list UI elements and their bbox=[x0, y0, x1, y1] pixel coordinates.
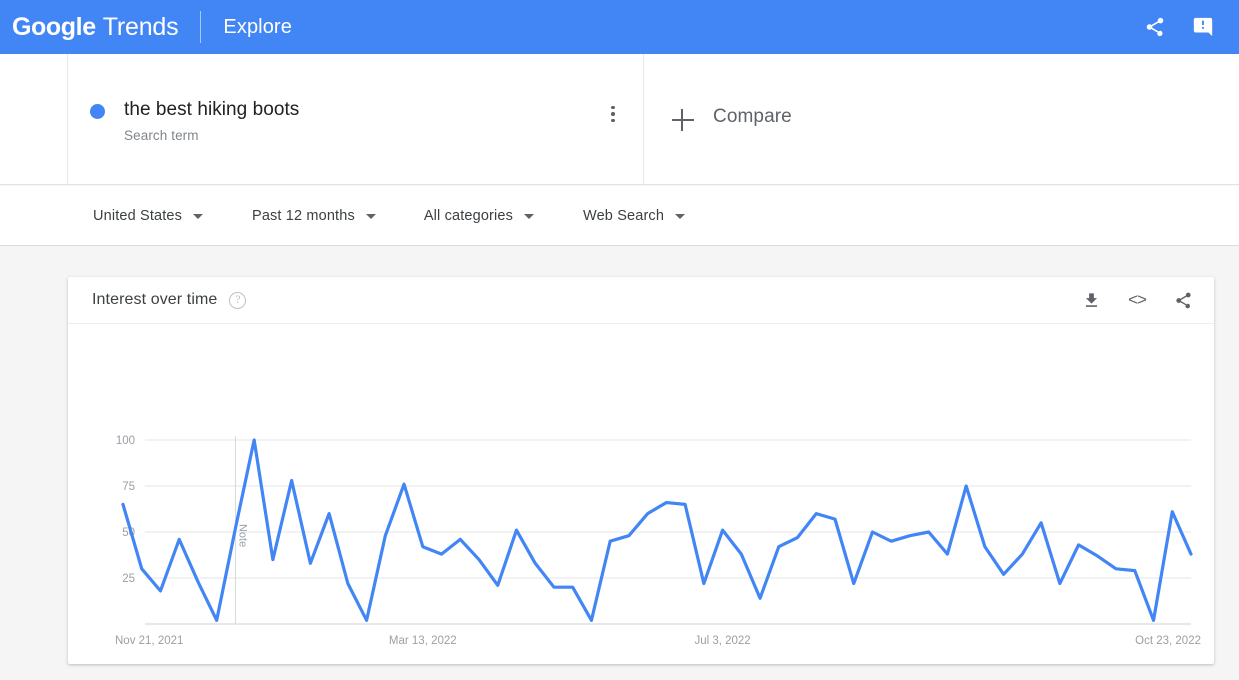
compare-button[interactable]: Compare bbox=[644, 54, 1239, 184]
series-color-dot bbox=[90, 104, 105, 119]
page-title: Interest over time bbox=[92, 291, 218, 308]
appbar-actions bbox=[1141, 13, 1239, 41]
filter-category-label: All categories bbox=[423, 207, 514, 224]
explore-title: Explore bbox=[223, 15, 292, 38]
y-axis-tick-label: 75 bbox=[122, 481, 135, 493]
more-vert-dot-3 bbox=[611, 118, 615, 123]
chart-plot-area[interactable]: 100 75 50 25 Note Nov 21, 2021 Mar 13, 2022 Jul… bbox=[68, 324, 1214, 663]
search-term-card[interactable]: the best hiking boots Search term bbox=[68, 54, 644, 184]
filter-search-type[interactable]: Web Search bbox=[583, 207, 686, 224]
more-vert-icon[interactable] bbox=[601, 102, 625, 126]
search-term-text-group: the best hiking boots Search term bbox=[124, 97, 299, 143]
filter-location-label: United States bbox=[93, 207, 182, 224]
x-axis-tick-label: Oct 23, 2022 bbox=[1135, 635, 1201, 647]
feedback-icon[interactable] bbox=[1189, 13, 1217, 41]
annotation-note-label[interactable]: Note bbox=[236, 524, 248, 547]
chevron-down-icon bbox=[193, 214, 203, 219]
embed-code-glyph: <> bbox=[1128, 290, 1147, 309]
filter-category[interactable]: All categories bbox=[423, 207, 535, 224]
y-axis-tick-label: 25 bbox=[122, 573, 135, 585]
x-axis-tick-label: Jul 3, 2022 bbox=[694, 635, 750, 647]
appbar-divider bbox=[200, 11, 202, 43]
filter-time-range-label: Past 12 months bbox=[252, 207, 355, 224]
compare-label: Compare bbox=[713, 106, 792, 127]
filter-bar: United States Past 12 months All categor… bbox=[0, 186, 1239, 246]
query-row: the best hiking boots Search term Compar… bbox=[0, 54, 1239, 185]
x-axis-tick-label: Mar 13, 2022 bbox=[389, 635, 457, 647]
chevron-down-icon bbox=[524, 214, 535, 219]
card-actions: <> bbox=[1080, 289, 1194, 311]
google-trends-logo[interactable]: Google Trends bbox=[0, 12, 179, 42]
query-left-gutter bbox=[0, 54, 68, 184]
filter-search-type-label: Web Search bbox=[583, 207, 665, 224]
top-app-bar: Google Trends Explore bbox=[0, 0, 1239, 54]
plus-icon bbox=[671, 108, 695, 132]
x-axis-tick-label: Nov 21, 2021 bbox=[115, 635, 183, 647]
chevron-down-icon bbox=[675, 214, 686, 219]
y-axis-tick-label: 100 bbox=[116, 435, 135, 447]
download-icon[interactable] bbox=[1080, 289, 1102, 311]
interest-over-time-card: Interest over time ? <> 100 75 50 25 Note Nov… bbox=[68, 277, 1214, 664]
share-icon[interactable] bbox=[1141, 13, 1169, 41]
card-header: Interest over time ? <> bbox=[68, 277, 1214, 324]
more-vert-dot-1 bbox=[611, 105, 615, 110]
search-term-type-label: Search term bbox=[124, 128, 199, 143]
more-vert-dot-2 bbox=[611, 112, 615, 116]
embed-code-icon[interactable]: <> bbox=[1126, 289, 1148, 311]
filter-time-range[interactable]: Past 12 months bbox=[252, 208, 376, 224]
series-line-the-best-hiking-boots[interactable] bbox=[121, 438, 1193, 622]
filter-location[interactable]: United States bbox=[93, 208, 203, 224]
chevron-down-icon bbox=[365, 214, 376, 219]
share-icon[interactable] bbox=[1172, 289, 1194, 311]
interest-over-time-chart[interactable]: 100755025NoteNov 21, 2021 Mar 13, 2022 Jul… bbox=[68, 324, 1214, 663]
search-term-value: the best hiking boots bbox=[124, 99, 300, 120]
help-icon[interactable]: ? bbox=[229, 291, 247, 309]
brand-google-text: Google bbox=[12, 12, 96, 41]
brand-trends-text: Trends bbox=[102, 12, 179, 41]
